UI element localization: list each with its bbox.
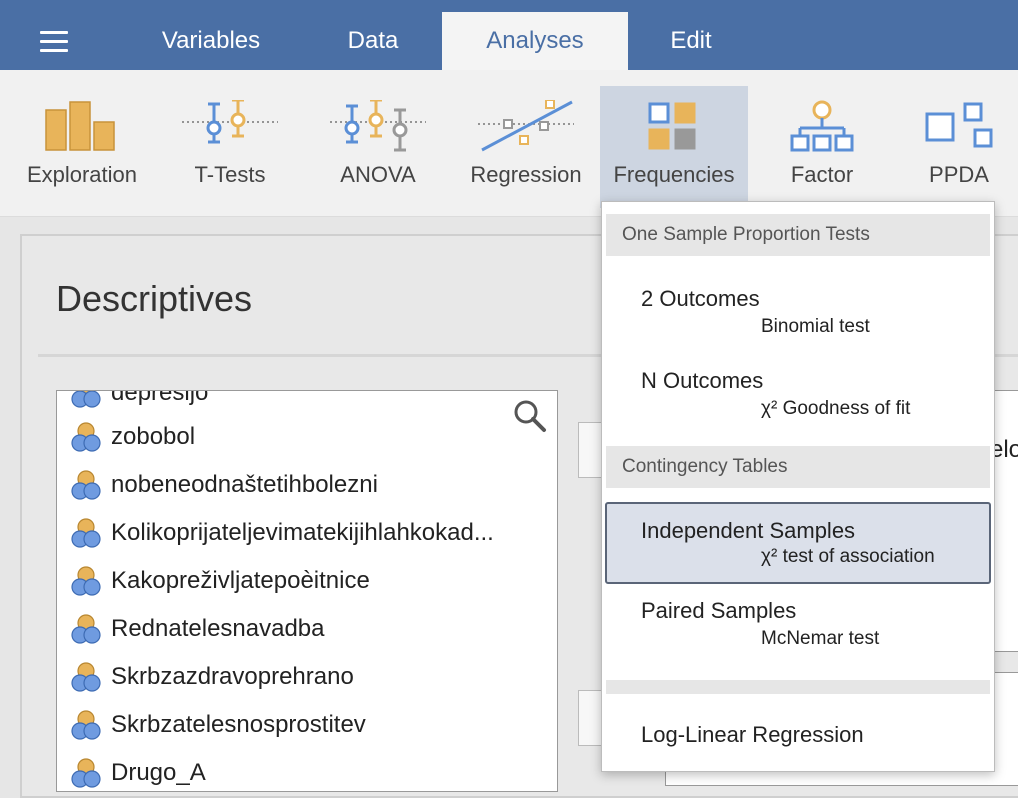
variable-name: Skrbzazdravoprehrano xyxy=(111,663,354,690)
menu-item-independent-samples[interactable]: Independent Samples χ² test of associati… xyxy=(605,502,991,584)
regression-button[interactable]: Regression xyxy=(456,86,596,208)
list-item[interactable]: Kolikoprijateljevimatekijihlahkokad... xyxy=(69,517,494,549)
menu-item-title: Independent Samples xyxy=(641,518,856,543)
hamburger-icon[interactable] xyxy=(36,28,72,54)
menu-item-2-outcomes[interactable]: 2 Outcomes Binomial test xyxy=(605,272,991,342)
variable-name: Skrbzatelesnosprostitev xyxy=(111,711,366,738)
variable-name: zobobol xyxy=(111,423,196,450)
tab-analyses[interactable]: Analyses xyxy=(442,12,628,70)
nominal-variable-icon xyxy=(71,391,101,408)
nominal-variable-icon xyxy=(71,614,101,644)
menu-item-subtitle: McNemar test xyxy=(761,628,880,649)
factor-button[interactable]: Factor xyxy=(752,86,892,208)
list-item[interactable]: Rednatelesnavadba xyxy=(69,613,325,645)
frequencies-dropdown-menu: One Sample Proportion Tests 2 Outcomes B… xyxy=(601,201,995,772)
nominal-variable-icon xyxy=(71,710,101,740)
list-item[interactable]: Skrbzazdravoprehrano xyxy=(69,661,354,693)
nominal-variable-icon xyxy=(71,470,101,500)
variable-name: Kolikoprijateljevimatekijihlahkokad... xyxy=(111,519,494,546)
menu-item-paired-samples[interactable]: Paired Samples McNemar test xyxy=(605,588,991,658)
variable-name: Drugo_A xyxy=(111,759,206,786)
menu-item-n-outcomes[interactable]: N Outcomes χ² Goodness of fit xyxy=(605,354,991,424)
nominal-variable-icon xyxy=(71,566,101,596)
menu-bar: Variables Data Analyses Edit xyxy=(0,0,1018,70)
nominal-variable-icon xyxy=(71,422,101,452)
ppda-button[interactable]: PPDA xyxy=(900,86,1018,208)
nominal-variable-icon xyxy=(71,518,101,548)
variable-name: depresijo xyxy=(111,390,209,406)
list-item[interactable]: zobobol xyxy=(69,421,195,453)
menu-item-subtitle: χ² Goodness of fit xyxy=(761,398,911,419)
tab-variables[interactable]: Variables xyxy=(136,12,286,70)
anova-icon xyxy=(330,100,426,152)
tab-data[interactable]: Data xyxy=(310,12,436,70)
frequencies-button[interactable]: Frequencies xyxy=(600,86,748,208)
menu-item-log-linear-regression[interactable]: Log-Linear Regression xyxy=(605,710,991,760)
analysis-title: Descriptives xyxy=(56,278,253,319)
ppda-label: PPDA xyxy=(929,162,989,187)
regression-icon xyxy=(478,100,574,152)
menu-item-title: N Outcomes xyxy=(641,368,764,393)
analyses-ribbon: Exploration T-Tests ANOVA Regression Fre… xyxy=(0,70,1018,217)
menu-item-subtitle: χ² test of association xyxy=(761,546,935,567)
search-icon[interactable] xyxy=(513,399,547,433)
list-item[interactable]: nobeneodnaštetihbolezni xyxy=(69,469,378,501)
menu-item-subtitle: Binomial test xyxy=(761,316,870,337)
t-tests-button[interactable]: T-Tests xyxy=(160,86,300,208)
section-header-contingency: Contingency Tables xyxy=(606,446,990,488)
t-tests-label: T-Tests xyxy=(194,162,266,187)
anova-label: ANOVA xyxy=(340,162,416,187)
section-header-loglinear xyxy=(606,680,990,694)
section-header-one-sample: One Sample Proportion Tests xyxy=(606,214,990,256)
variable-name: Kakopreživljatepoèitnice xyxy=(111,567,370,594)
exploration-icon xyxy=(45,101,115,151)
factor-icon xyxy=(790,100,854,152)
variable-list[interactable]: depresijo zobobol nobeneodnaštetihbolezn… xyxy=(56,390,558,792)
anova-button[interactable]: ANOVA xyxy=(308,86,448,208)
frequencies-icon xyxy=(648,102,696,150)
list-item[interactable]: Kakopreživljatepoèitnice xyxy=(69,565,370,597)
menu-item-title: Paired Samples xyxy=(641,598,797,623)
frequencies-label: Frequencies xyxy=(613,162,735,187)
variable-name: nobeneodnaštetihbolezni xyxy=(111,471,378,498)
nominal-variable-icon xyxy=(71,758,101,788)
regression-label: Regression xyxy=(470,162,582,187)
menu-item-title: 2 Outcomes xyxy=(641,286,760,311)
list-item[interactable]: depresijo xyxy=(69,390,209,409)
t-tests-icon xyxy=(182,100,278,144)
nominal-variable-icon xyxy=(71,662,101,692)
list-item[interactable]: Skrbzatelesnosprostitev xyxy=(69,709,366,741)
exploration-button[interactable]: Exploration xyxy=(8,86,156,208)
exploration-label: Exploration xyxy=(26,162,138,187)
variable-name: Rednatelesnavadba xyxy=(111,615,325,642)
factor-label: Factor xyxy=(790,162,854,187)
ppda-icon xyxy=(925,102,993,148)
tab-edit[interactable]: Edit xyxy=(636,12,746,70)
menu-item-title: Log-Linear Regression xyxy=(641,722,864,747)
list-item[interactable]: Drugo_A xyxy=(69,757,206,789)
